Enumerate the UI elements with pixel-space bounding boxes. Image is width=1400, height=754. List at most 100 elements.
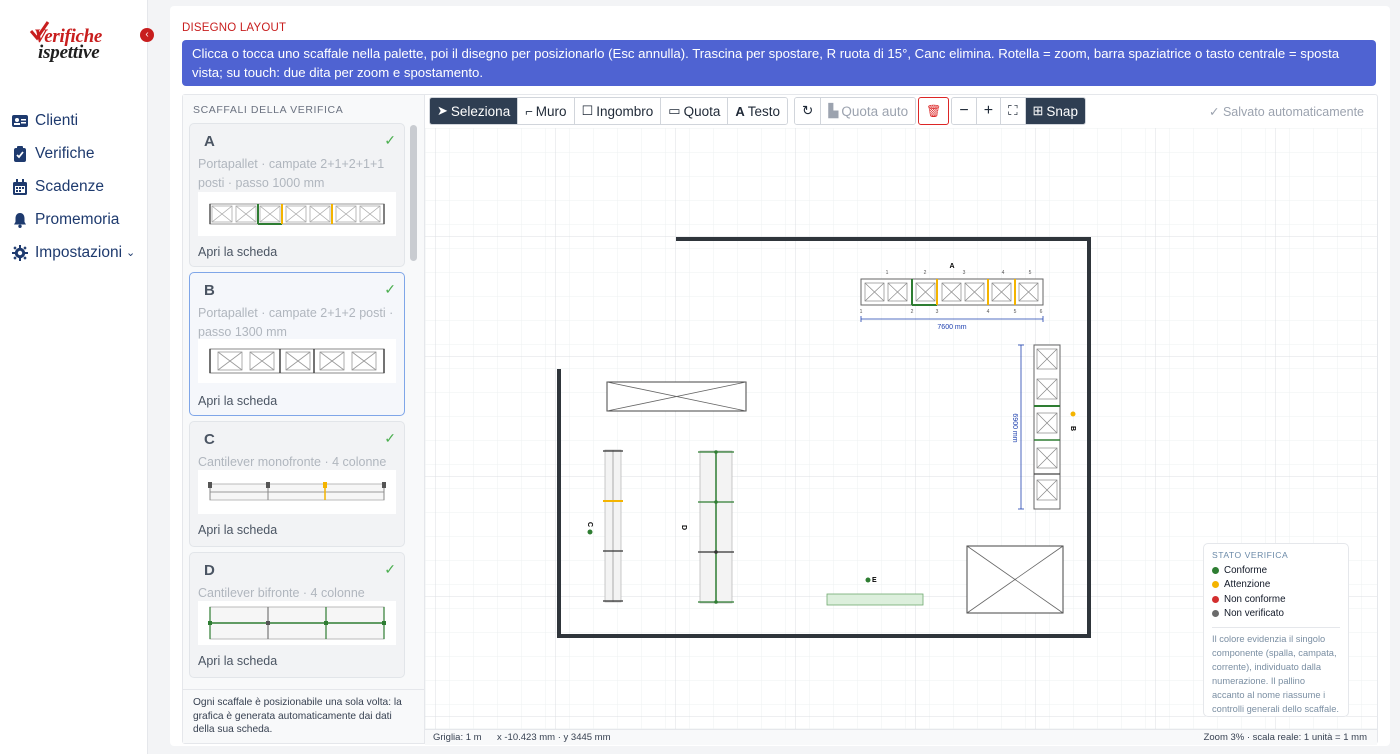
plus-icon: + — [983, 102, 994, 119]
rack-a-preview — [209, 203, 385, 225]
palette-card-d[interactable]: D ✓ Cantilever bifronte · 4 colonne Apri… — [189, 552, 405, 678]
wall-tool-label: Muro — [535, 103, 567, 119]
card-description: Portapallet · campate 2+1+2 posti · pass… — [198, 306, 394, 339]
footprint-block[interactable] — [606, 381, 747, 412]
calendar-icon — [13, 178, 27, 195]
cursor-coords-readout: x -10.423 mm · y 3445 mm — [497, 732, 611, 743]
rack-b-label: B — [1069, 426, 1076, 431]
legend-item-non-verificato: Non verificato — [1212, 607, 1340, 622]
sidebar-item-label: Clienti — [35, 111, 79, 129]
legend-item-attenzione: Attenzione — [1212, 578, 1340, 593]
dimension-tool-button[interactable]: ▭ Quota — [661, 98, 729, 124]
brand-logo[interactable]: Verifiche ispettive — [28, 18, 124, 64]
drawing-toolbar: ➤ Seleziona ⌐ Muro ☐ Ingombro ▭ Quota A Testo… — [429, 97, 1086, 125]
main-panel: DISEGNO LAYOUT Clicca o tocca uno scaffa… — [170, 6, 1390, 746]
text-tool-button[interactable]: A Testo — [728, 98, 788, 124]
rack-a-number: 4 — [987, 309, 990, 315]
fit-view-button[interactable]: ⛶ — [1001, 98, 1026, 124]
footprint-tool-button[interactable]: ☐ Ingombro — [574, 98, 662, 124]
gear-icon — [12, 244, 28, 261]
zoom-in-button[interactable]: + — [976, 98, 1002, 124]
text-icon: A — [735, 103, 745, 119]
instructions-banner: Clicca o tocca uno scaffale nella palett… — [182, 40, 1376, 86]
rack-e-status-dot — [865, 577, 871, 583]
clipboard-check-icon — [14, 145, 26, 162]
legend-label: Non conforme — [1224, 593, 1286, 605]
legend-item-conforme: Conforme — [1212, 563, 1340, 578]
rack-b-preview — [209, 348, 385, 374]
rack-a-number: 1 — [886, 270, 889, 276]
rack-c-label: C — [586, 522, 593, 527]
status-legend: STATO VERIFICA Conforme Attenzione Non c… — [1203, 543, 1349, 717]
rack-a-number: 5 — [1029, 270, 1032, 276]
wall-tool-button[interactable]: ⌐ Muro — [518, 98, 575, 124]
autosave-status: ✓ Salvato automaticamente — [1209, 105, 1364, 119]
layout-editor: SCAFFALI DELLA VERIFICA A ✓ Portapallet … — [182, 94, 1378, 745]
rack-c-status-dot — [587, 529, 593, 535]
select-tool-label: Seleziona — [450, 103, 511, 119]
sidebar-item-promemoria[interactable]: Promemoria — [12, 203, 135, 236]
palette-card-a[interactable]: A ✓ Portapallet · campate 2+1+2+1+1 post… — [189, 123, 405, 267]
legend-label: Conforme — [1224, 564, 1268, 576]
card-letter: A — [204, 133, 215, 150]
redo-button[interactable]: ↻ — [795, 98, 822, 124]
sidebar-item-label: Verifiche — [35, 144, 95, 162]
footprint-tool-label: Ingombro — [596, 103, 654, 119]
square-icon: ☐ — [581, 103, 594, 118]
zoom-readout: Zoom 3% · scala reale: 1 unità = 1 mm — [1203, 732, 1367, 743]
card-description: Portapallet · campate 2+1+2+1+1 posti · … — [198, 157, 385, 190]
palette-scrollbar[interactable] — [410, 125, 417, 685]
palette-card-c[interactable]: C ✓ Cantilever monofronte · 4 colonne Ap… — [189, 421, 405, 547]
snap-label: Snap — [1046, 103, 1078, 119]
open-sheet-link[interactable]: Apri la scheda — [198, 654, 277, 668]
wall-icon: ⌐ — [525, 103, 533, 119]
rack-a-number: 4 — [1002, 270, 1005, 276]
sidebar-collapse-button[interactable]: ‹ — [140, 28, 154, 42]
rack-c-preview — [208, 482, 386, 501]
rack-a-number: 2 — [924, 270, 927, 276]
legend-note: Il colore evidenzia il singolo component… — [1212, 634, 1339, 714]
redo-icon: ↻ — [802, 103, 814, 118]
trash-icon: 🗑 — [926, 104, 942, 118]
legend-label: Attenzione — [1224, 579, 1271, 591]
cursor-icon: ➤ — [437, 103, 448, 118]
rack-d-label: D — [680, 525, 687, 530]
zoom-group: − + ⛶ ⊞ Snap — [951, 97, 1086, 125]
yellow-dot-icon — [1212, 581, 1219, 589]
legend-label: Non verificato — [1224, 608, 1284, 620]
tool-group: ➤ Seleziona ⌐ Muro ☐ Ingombro ▭ Quota A Testo — [429, 97, 789, 125]
sidebar-item-label: Promemoria — [35, 210, 120, 228]
rack-d-preview — [208, 606, 386, 640]
minus-icon: − — [959, 102, 969, 119]
snap-toggle[interactable]: ⊞ Snap — [1025, 98, 1085, 124]
palette-cards: A ✓ Portapallet · campate 2+1+2+1+1 post… — [189, 123, 407, 683]
rack-d-thumbnail — [198, 601, 396, 645]
rack-b-status-dot — [1070, 411, 1076, 417]
rack-a-number: 3 — [963, 270, 966, 276]
card-letter: D — [204, 562, 215, 579]
legend-item-non-conforme: Non conforme — [1212, 592, 1340, 607]
zoom-out-button[interactable]: − — [952, 98, 977, 124]
sidebar-item-scadenze[interactable]: Scadenze — [12, 170, 135, 203]
card-letter: C — [204, 431, 215, 448]
footprint-block[interactable] — [966, 545, 1064, 614]
chevron-down-icon: ⌄ — [126, 247, 136, 259]
open-sheet-link[interactable]: Apri la scheda — [198, 523, 277, 537]
sidebar-item-verifiche[interactable]: Verifiche — [12, 137, 135, 170]
delete-button[interactable]: 🗑 — [918, 97, 950, 125]
open-sheet-link[interactable]: Apri la scheda — [198, 245, 277, 259]
check-icon: ✓ — [384, 430, 396, 446]
palette-card-b[interactable]: B ✓ Portapallet · campate 2+1+2 posti · … — [189, 272, 405, 416]
palette-footer-note: Ogni scaffale è posizionabile una sola v… — [183, 689, 424, 743]
dimension-tool-label: Quota — [683, 103, 721, 119]
fullscreen-icon: ⛶ — [1008, 103, 1018, 118]
grid-icon: ⊞ — [1032, 103, 1044, 118]
select-tool-button[interactable]: ➤ Seleziona — [430, 98, 519, 124]
sidebar-item-clienti[interactable]: Clienti — [12, 104, 135, 137]
sidebar-item-impostazioni[interactable]: Impostazioni ⌄ — [12, 236, 135, 269]
scrollbar-thumb[interactable] — [410, 125, 417, 261]
rack-a-number: 1 — [860, 309, 863, 315]
open-sheet-link[interactable]: Apri la scheda — [198, 394, 277, 408]
auto-dimension-button[interactable]: ▙ Quota auto — [821, 98, 916, 124]
rack-palette: SCAFFALI DELLA VERIFICA A ✓ Portapallet … — [183, 95, 425, 743]
